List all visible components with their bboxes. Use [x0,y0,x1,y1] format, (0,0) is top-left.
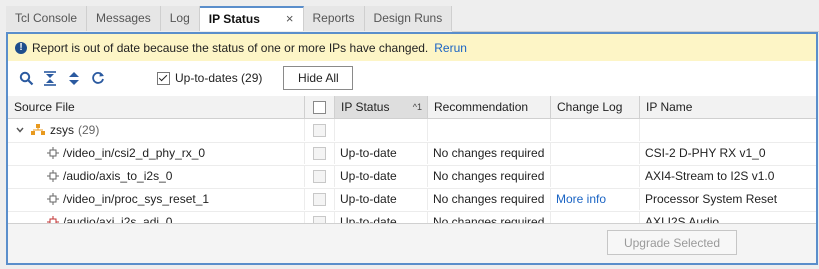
tab-bar: Tcl Console Messages Log IP Status × Repo… [6,6,819,32]
row-checkbox[interactable] [313,169,326,183]
column-header-source-file[interactable]: Source File [8,96,305,118]
ip-name-cell: Processor System Reset [640,188,816,210]
group-name: zsys [50,123,74,137]
search-icon[interactable] [17,69,35,87]
change-log-cell: More info [551,188,640,210]
ip-core-icon [47,147,59,159]
ip-name-cell [640,119,816,141]
more-info-link[interactable]: More info [556,192,606,206]
recommendation-cell: No changes required [428,142,551,164]
out-of-date-banner: ! Report is out of date because the stat… [8,34,816,61]
ip-status-table: Source File IP Status ^1 Recommendation … [8,96,816,224]
ip-core-icon [47,170,59,182]
row-checkbox[interactable] [313,192,326,206]
tab-ip-status[interactable]: IP Status × [199,6,304,31]
row-select-cell [305,119,335,141]
collapse-all-icon[interactable] [41,69,59,87]
ip-status-panel: ! Report is out of date because the stat… [6,32,818,265]
source-cell: /audio/axis_to_i2s_0 [8,165,305,187]
row-select-cell [305,142,335,164]
up-to-dates-label: Up-to-dates (29) [175,71,263,85]
status-cell: Up-to-date [335,142,428,164]
column-header-recommendation[interactable]: Recommendation [428,96,551,118]
table-header: Source File IP Status ^1 Recommendation … [8,96,816,119]
banner-message: Report is out of date because the status… [32,40,429,55]
status-cell: Up-to-date [335,188,428,210]
toolbar: Up-to-dates (29) Hide All [8,61,816,95]
ip-status-header-label: IP Status [341,100,390,114]
column-header-select-all[interactable] [305,96,335,118]
refresh-icon[interactable] [89,69,107,87]
ip-name-cell: CSI-2 D-PHY RX v1_0 [640,142,816,164]
tab-ip-status-label: IP Status [208,12,260,26]
group-count: (29) [78,123,100,137]
row-checkbox[interactable] [313,146,326,160]
close-icon[interactable]: × [286,11,294,26]
source-file-path: /audio/axis_to_i2s_0 [63,169,173,183]
table-row[interactable]: /audio/axis_to_i2s_0 Up-to-date No chang… [8,165,816,189]
source-file-path: /video_in/proc_sys_reset_1 [63,192,210,206]
source-cell: /video_in/csi2_d_phy_rx_0 [8,142,305,164]
row-checkbox[interactable] [313,123,326,137]
hierarchy-icon [31,124,45,135]
table-row[interactable]: /video_in/proc_sys_reset_1 Up-to-date No… [8,188,816,212]
table-row[interactable]: /video_in/csi2_d_phy_rx_0 Up-to-date No … [8,142,816,166]
recommendation-cell: No changes required [428,188,551,210]
info-icon: ! [15,41,27,54]
chevron-down-icon[interactable] [15,125,25,135]
ip-name-cell: AXI4-Stream to I2S v1.0 [640,165,816,187]
status-cell: Up-to-date [335,165,428,187]
rerun-link[interactable]: Rerun [434,41,467,55]
expand-all-icon[interactable] [65,69,83,87]
source-cell: /video_in/proc_sys_reset_1 [8,188,305,210]
source-file-path: /video_in/csi2_d_phy_rx_0 [63,146,206,160]
column-header-ip-name[interactable]: IP Name [640,96,816,118]
select-all-checkbox[interactable] [313,100,326,114]
column-header-ip-status[interactable]: IP Status ^1 [335,96,428,118]
tab-bar-filler [452,6,819,32]
change-log-cell [551,165,640,187]
row-select-cell [305,188,335,210]
footer-bar: Upgrade Selected [8,223,816,263]
tab-tcl-console[interactable]: Tcl Console [6,6,88,31]
tab-reports[interactable]: Reports [303,6,365,31]
table-row-group[interactable]: zsys (29) [8,119,816,143]
hide-all-button[interactable]: Hide All [283,66,354,90]
up-to-dates-checkbox[interactable] [157,71,170,85]
change-log-cell [551,142,640,164]
recommendation-cell [428,119,551,141]
row-select-cell [305,165,335,187]
change-log-cell [551,119,640,141]
group-cell: zsys (29) [8,119,305,141]
sort-ascending-icon: ^1 [412,102,422,112]
ip-core-icon [47,193,59,205]
tab-log[interactable]: Log [160,6,200,31]
status-cell [335,119,428,141]
up-to-dates-toggle[interactable]: Up-to-dates (29) [157,71,262,85]
upgrade-selected-button[interactable]: Upgrade Selected [607,230,737,255]
tab-design-runs[interactable]: Design Runs [364,6,453,31]
column-header-change-log[interactable]: Change Log [551,96,640,118]
recommendation-cell: No changes required [428,165,551,187]
tab-messages[interactable]: Messages [87,6,161,31]
